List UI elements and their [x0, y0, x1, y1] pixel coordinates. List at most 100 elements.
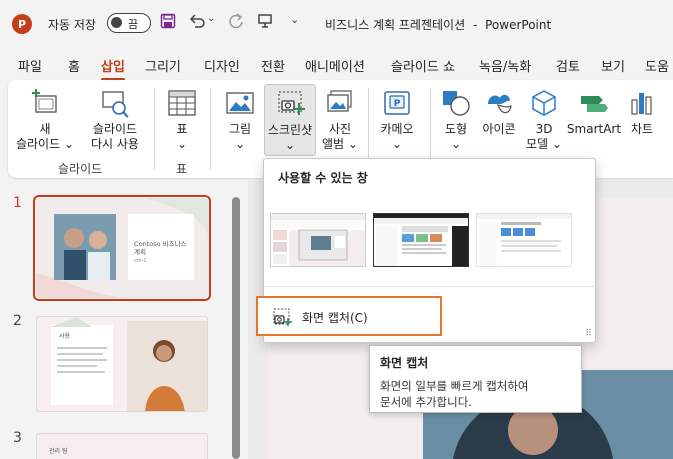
tab-design[interactable]: 디자인	[204, 56, 240, 75]
screen-capture-menu-item[interactable]: 화면 캡처(C)	[256, 296, 442, 336]
slide-1-subtitle: cm-1	[134, 258, 147, 264]
toggle-knob	[111, 17, 122, 28]
new-slide-label-2-text: 슬라이드	[15, 137, 61, 151]
chart-button[interactable]: 차트	[622, 88, 662, 137]
svg-text:P: P	[394, 99, 401, 109]
cube-icon	[532, 90, 556, 116]
chevron-down-icon: ⌄	[176, 137, 188, 151]
screenshot-dropdown: 사용할 수 있는 창 화면 캡처(C) ⠿	[256, 158, 596, 343]
3d-models-label-1: 3D	[535, 122, 553, 136]
screen-capture-label: 화면 캡처(C)	[302, 311, 368, 325]
dropdown-divider	[264, 286, 595, 287]
chevron-down-icon: ⌄	[551, 137, 562, 151]
new-slide-button[interactable]: 새 슬라이드 ⌄	[14, 88, 76, 152]
available-windows-heading: 사용할 수 있는 창	[278, 171, 368, 185]
tab-insert[interactable]: 삽입	[101, 56, 125, 81]
customize-quick-access-icon[interactable]: ⌄	[290, 13, 299, 26]
chevron-down-icon: ⌄	[391, 137, 403, 151]
tab-animations[interactable]: 애니메이션	[305, 56, 365, 75]
tooltip-line-1: 화면의 일부를 빠르게 캡처하여	[380, 379, 529, 393]
icons-button[interactable]: 아이콘	[476, 88, 522, 137]
available-window-3[interactable]	[476, 213, 572, 267]
cameo-button[interactable]: P 카메오 ⌄	[372, 88, 422, 152]
slide-thumbnail-panel: 1 Contoso 비즈니스 계획 cm-1 2 사용 3 관리 팀	[0, 180, 248, 459]
tooltip-title: 화면 캡처	[380, 356, 429, 370]
photo-album-label-2-text: 앨범	[322, 137, 345, 151]
present-icon[interactable]	[257, 13, 273, 33]
photo-album-label-2: 앨범 ⌄	[318, 137, 362, 152]
app-name: PowerPoint	[485, 18, 552, 32]
picture-icon	[226, 92, 254, 114]
chevron-down-icon: ⌄	[347, 137, 358, 151]
ribbon-separator	[210, 88, 211, 170]
screenshot-button[interactable]: 스크린샷 ⌄	[264, 84, 316, 156]
title-bar: P 자동 저장 끔 ⌄ ⌄ 비즈니스 계획 프레젠테이션 - PowerPoin…	[0, 0, 673, 46]
table-button[interactable]: 표 ⌄	[160, 88, 204, 152]
slide-number: 2	[13, 313, 22, 329]
ribbon-tabs: 파일 홈 삽입 그리기 디자인 전환 애니메이션 슬라이드 쇼 녹음/녹화 검토…	[0, 50, 673, 81]
save-icon[interactable]	[160, 13, 176, 33]
reuse-slides-button[interactable]: 슬라이드 다시 사용	[82, 88, 148, 152]
chart-icon	[631, 93, 652, 115]
tab-help[interactable]: 도움	[645, 56, 669, 75]
slide-1-title: Contoso 비즈니스 계획	[134, 240, 187, 256]
resize-grip-icon[interactable]: ⠿	[585, 329, 592, 339]
cameo-icon: P	[384, 91, 410, 115]
autosave-label: 자동 저장	[48, 18, 96, 32]
chevron-down-icon: ⌄	[234, 137, 246, 151]
3d-models-label-2-text: 모델	[526, 137, 549, 151]
autosave-state: 끔	[128, 18, 139, 31]
undo-icon[interactable]	[189, 13, 207, 33]
tab-view[interactable]: 보기	[601, 56, 625, 75]
tab-review[interactable]: 검토	[556, 56, 580, 75]
shapes-icon	[443, 91, 470, 116]
pictures-button[interactable]: 그림 ⌄	[216, 88, 264, 152]
group-label-slides: 슬라이드	[58, 162, 103, 176]
title-separator: -	[472, 18, 478, 32]
table-label: 표	[176, 122, 188, 136]
slide-2-title: 사용	[59, 333, 71, 340]
autosave-toggle[interactable]: 끔	[107, 13, 151, 33]
undo-dropdown-icon[interactable]: ⌄	[207, 13, 215, 24]
slide-panel-scrollbar[interactable]	[232, 197, 240, 459]
smartart-button[interactable]: SmartArt	[566, 88, 622, 137]
reuse-slides-icon	[102, 91, 129, 118]
slide-thumbnail-3[interactable]: 관리 팀	[36, 433, 208, 459]
available-window-2[interactable]	[373, 213, 469, 267]
3d-models-label-2: 모델 ⌄	[522, 137, 566, 152]
3d-models-button[interactable]: 3D 모델 ⌄	[522, 88, 566, 152]
shapes-button[interactable]: 도형 ⌄	[436, 88, 476, 152]
chevron-down-icon: ⌄	[63, 137, 75, 151]
powerpoint-logo-icon: P	[12, 14, 32, 34]
tab-slideshow[interactable]: 슬라이드 쇼	[391, 56, 455, 75]
window-3-preview	[477, 214, 571, 266]
screenshot-icon	[278, 91, 305, 115]
window-2-preview	[374, 214, 468, 266]
tab-home[interactable]: 홈	[68, 56, 80, 75]
photo-album-button[interactable]: 사진 앨범 ⌄	[318, 88, 362, 152]
new-slide-icon	[32, 89, 57, 113]
tab-draw[interactable]: 그리기	[145, 56, 181, 75]
redo-icon[interactable]	[228, 13, 244, 33]
ribbon-separator	[154, 88, 155, 170]
tab-record[interactable]: 녹음/녹화	[479, 56, 531, 75]
slide-number: 3	[13, 430, 22, 446]
tab-file[interactable]: 파일	[18, 56, 42, 75]
pictures-label: 그림	[228, 122, 252, 136]
screenshot-label: 스크린샷	[267, 123, 313, 137]
group-label-table: 표	[176, 162, 188, 176]
available-window-1[interactable]	[270, 213, 366, 267]
document-title: 비즈니스 계획 프레젠테이션 - PowerPoint	[325, 16, 551, 33]
new-slide-label-1: 새	[39, 122, 51, 136]
photo-album-label-1: 사진	[328, 122, 352, 136]
slide-thumbnail-2[interactable]: 사용	[36, 316, 208, 412]
app-initial: P	[17, 17, 27, 31]
cameo-label: 카메오	[380, 122, 414, 136]
tab-transitions[interactable]: 전환	[261, 56, 285, 75]
shapes-label: 도형	[444, 122, 468, 136]
slide-thumbnail-1[interactable]: Contoso 비즈니스 계획 cm-1	[33, 195, 211, 301]
window-1-preview	[271, 214, 365, 266]
reuse-slides-label-2: 다시 사용	[91, 137, 139, 151]
chevron-down-icon: ⌄	[284, 138, 296, 152]
smartart-icon	[581, 96, 608, 112]
